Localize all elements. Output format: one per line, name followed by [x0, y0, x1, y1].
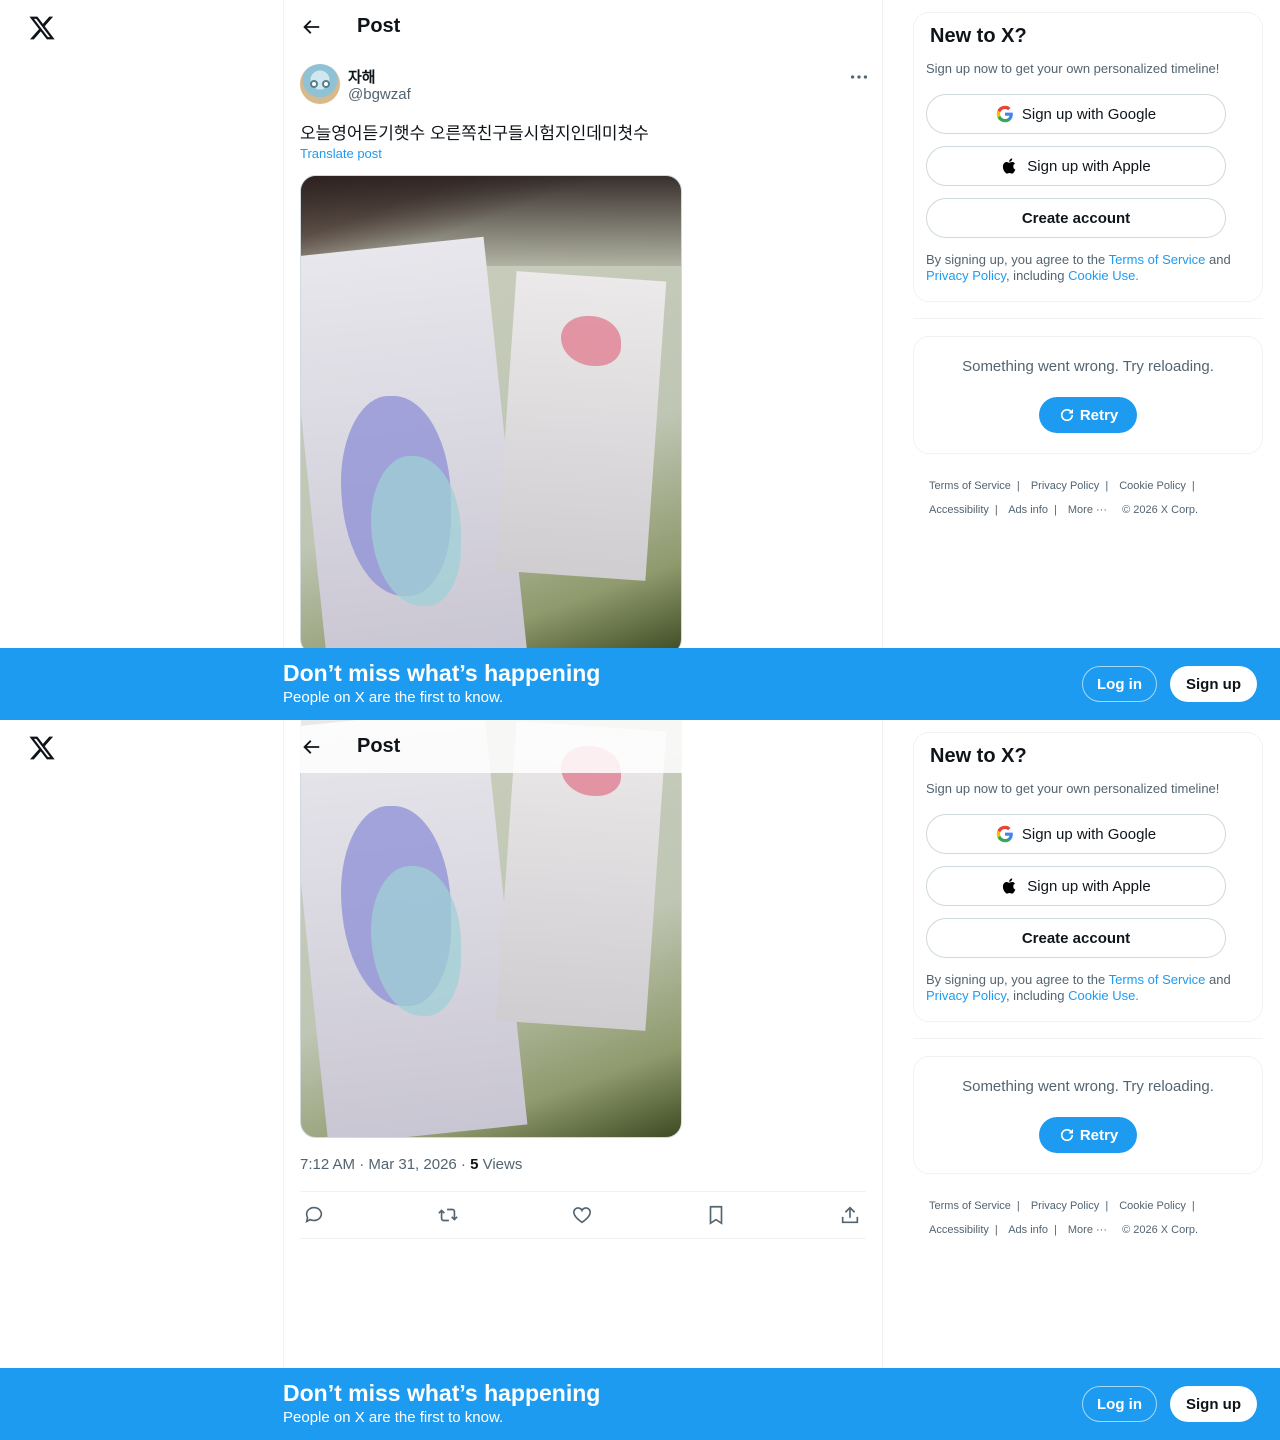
banner-title: Don’t miss what’s happening [283, 660, 601, 686]
retry-button[interactable]: Retry [1039, 397, 1137, 433]
refresh-icon [1060, 408, 1073, 422]
repost-icon[interactable] [437, 1204, 459, 1226]
privacy-link[interactable]: Privacy Policy [926, 988, 1006, 1003]
error-message: Something went wrong. Try reloading. [962, 1078, 1214, 1095]
page-title: Post [357, 15, 401, 37]
banner-login-button[interactable]: Log in [1082, 1386, 1157, 1422]
signup-google-button[interactable]: Sign up with Google [926, 94, 1226, 134]
banner-login-button[interactable]: Log in [1082, 666, 1157, 702]
footer-cookie[interactable]: Cookie Policy [1119, 480, 1186, 492]
signup-apple-label: Sign up with Apple [1027, 157, 1151, 175]
translate-post-link[interactable]: Translate post [300, 146, 382, 161]
back-arrow-icon[interactable] [300, 16, 322, 38]
post-text: 오늘영어듣기햇수 오른쪽친구들시험지인데미쳣수 [300, 124, 649, 143]
viewport-bottom: Post 7:12 AM · Mar 31, 2026 · 5 Views Ne… [0, 720, 1280, 1440]
retry-label: Retry [1079, 406, 1119, 424]
footer-links: Terms of Service | Privacy Policy | Cookie… [929, 1200, 1199, 1236]
sidebar-divider [913, 318, 1263, 319]
signup-subtitle: Sign up now to get your own personalized… [926, 61, 1220, 76]
apple-icon [1003, 878, 1016, 894]
post-header: Post [284, 0, 882, 53]
refresh-icon [1060, 1128, 1073, 1142]
privacy-link[interactable]: Privacy Policy [926, 268, 1006, 283]
post-column: Post 7:12 AM · Mar 31, 2026 · 5 Views [283, 720, 883, 1440]
footer-terms[interactable]: Terms of Service [929, 480, 1011, 492]
error-message: Something went wrong. Try reloading. [962, 358, 1214, 375]
signup-banner: Don’t miss what’s happening People on X … [0, 648, 1280, 720]
banner-signup-button[interactable]: Sign up [1170, 666, 1257, 702]
x-logo-icon[interactable] [28, 14, 56, 42]
banner-signup-button[interactable]: Sign up [1170, 1386, 1257, 1422]
banner-subtitle: People on X are the first to know. [283, 1409, 504, 1426]
footer-cookie[interactable]: Cookie Policy [1119, 1200, 1186, 1212]
post-header: Post [284, 720, 882, 773]
views-label: Views [478, 1156, 523, 1173]
signup-google-label: Sign up with Google [1021, 825, 1157, 843]
google-icon [996, 105, 1013, 123]
post-column: Post 자해 @bgwzaf 오늘영어듣기햇수 오른쪽친구들시험지인데미쳣수 … [283, 0, 883, 720]
google-icon [996, 825, 1013, 843]
create-account-button[interactable]: Create account [926, 918, 1226, 958]
signup-subtitle: Sign up now to get your own personalized… [926, 781, 1220, 796]
signup-card: New to X? Sign up now to get your own pe… [913, 12, 1263, 302]
retry-button[interactable]: Retry [1039, 1117, 1137, 1153]
apple-icon [1003, 158, 1016, 174]
signup-apple-label: Sign up with Apple [1027, 877, 1151, 895]
footer-more[interactable]: More ··· [1068, 504, 1107, 516]
signup-google-button[interactable]: Sign up with Google [926, 814, 1226, 854]
viewport-top: Post 자해 @bgwzaf 오늘영어듣기햇수 오른쪽친구들시험지인데미쳣수 … [0, 0, 1280, 720]
display-name[interactable]: 자해 [348, 66, 376, 87]
footer-ads[interactable]: Ads info [1008, 504, 1048, 516]
back-arrow-icon[interactable] [300, 736, 322, 758]
footer-more[interactable]: More ··· [1068, 1224, 1107, 1236]
x-logo-icon[interactable] [28, 734, 56, 762]
footer-terms[interactable]: Terms of Service [929, 1200, 1011, 1212]
signup-card: New to X? Sign up now to get your own pe… [913, 732, 1263, 1022]
signup-title: New to X? [930, 25, 1027, 47]
banner-subtitle: People on X are the first to know. [283, 689, 504, 706]
post-image[interactable] [300, 720, 682, 1138]
user-handle[interactable]: @bgwzaf [348, 86, 411, 103]
like-icon[interactable] [571, 1204, 593, 1226]
post-actions [300, 1191, 866, 1239]
post-time[interactable]: 7:12 AM · Mar 31, 2026 · [300, 1156, 470, 1173]
bookmark-icon[interactable] [705, 1204, 727, 1226]
signup-banner: Don’t miss what’s happening People on X … [0, 1368, 1280, 1440]
signup-legal-text: By signing up, you agree to the Terms of… [926, 252, 1231, 283]
more-options-icon[interactable] [848, 66, 870, 88]
post-author: 자해 @bgwzaf [300, 64, 870, 106]
banner-title: Don’t miss what’s happening [283, 1380, 601, 1406]
avatar[interactable] [300, 64, 340, 104]
footer-privacy[interactable]: Privacy Policy [1031, 1200, 1099, 1212]
error-card: Something went wrong. Try reloading. Ret… [913, 1056, 1263, 1174]
footer-links: Terms of Service | Privacy Policy | Cookie… [929, 480, 1199, 516]
terms-link[interactable]: Terms of Service [1109, 972, 1206, 987]
cookie-link[interactable]: Cookie Use. [1068, 988, 1139, 1003]
post-timestamp: 7:12 AM · Mar 31, 2026 · 5 Views [300, 1156, 522, 1173]
footer-accessibility[interactable]: Accessibility [929, 504, 989, 516]
page-title: Post [357, 735, 401, 757]
create-account-button[interactable]: Create account [926, 198, 1226, 238]
post-image[interactable] [300, 175, 682, 655]
share-icon[interactable] [839, 1204, 861, 1226]
sidebar-divider [913, 1038, 1263, 1039]
footer-ads[interactable]: Ads info [1008, 1224, 1048, 1236]
retry-label: Retry [1079, 1126, 1119, 1144]
error-card: Something went wrong. Try reloading. Ret… [913, 336, 1263, 454]
signup-legal-text: By signing up, you agree to the Terms of… [926, 972, 1231, 1003]
footer-copyright: © 2026 X Corp. [1122, 1224, 1199, 1236]
footer-privacy[interactable]: Privacy Policy [1031, 480, 1099, 492]
reply-icon[interactable] [303, 1204, 325, 1226]
footer-copyright: © 2026 X Corp. [1122, 504, 1199, 516]
terms-link[interactable]: Terms of Service [1109, 252, 1206, 267]
footer-accessibility[interactable]: Accessibility [929, 1224, 989, 1236]
signup-apple-button[interactable]: Sign up with Apple [926, 866, 1226, 906]
signup-apple-button[interactable]: Sign up with Apple [926, 146, 1226, 186]
signup-title: New to X? [930, 745, 1027, 767]
signup-google-label: Sign up with Google [1021, 105, 1157, 123]
cookie-link[interactable]: Cookie Use. [1068, 268, 1139, 283]
